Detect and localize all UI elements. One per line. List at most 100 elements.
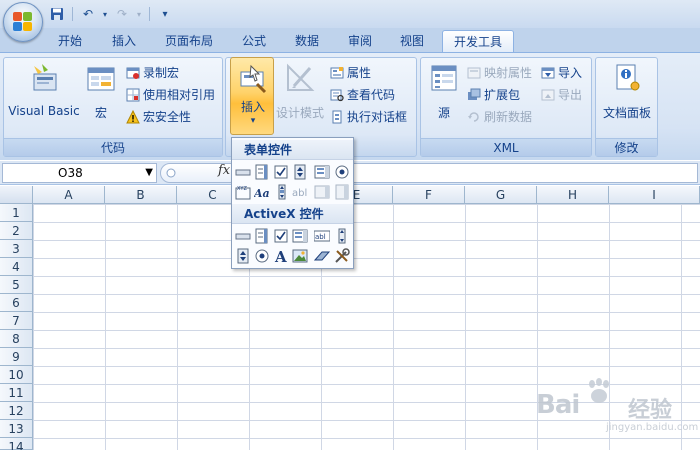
insert-controls-button[interactable]: 插入 ▾: [230, 57, 274, 135]
text-field-control-icon[interactable]: abl: [292, 184, 308, 200]
name-box[interactable]: O38 ▼: [2, 163, 157, 183]
list-box-control-icon[interactable]: [314, 164, 330, 180]
tab-home[interactable]: 开始: [50, 30, 90, 52]
label-control-icon[interactable]: Aa: [254, 184, 270, 200]
properties-button[interactable]: 属性: [330, 64, 371, 82]
activex-scroll-bar-icon[interactable]: [334, 228, 350, 244]
insert-function-icon[interactable]: fx: [218, 163, 230, 178]
tab-formulas[interactable]: 公式: [234, 30, 274, 52]
expansion-packs-button[interactable]: 扩展包: [467, 86, 520, 104]
document-panel-button[interactable]: 文档面板: [599, 62, 655, 121]
scroll-bar-control-icon[interactable]: [274, 184, 290, 200]
spin-button-control-icon[interactable]: [292, 164, 308, 180]
column-header[interactable]: A: [33, 186, 105, 204]
office-button[interactable]: [3, 2, 43, 42]
row-header[interactable]: 4: [0, 258, 33, 276]
design-mode-button[interactable]: 设计模式: [274, 62, 326, 121]
view-code-button[interactable]: 查看代码: [330, 86, 395, 104]
group-xml: 源 映射属性 扩展包 刷新数据 导入 导出 XML: [420, 57, 592, 157]
row-header[interactable]: 11: [0, 384, 33, 402]
option-button-control-icon[interactable]: [334, 164, 350, 180]
title-bar: ↶ ▾ ↷ ▾ ▾: [0, 0, 700, 28]
visual-basic-button[interactable]: Visual Basic: [8, 62, 80, 118]
xml-import-button[interactable]: 导入: [541, 64, 582, 82]
tab-data[interactable]: 数据: [287, 30, 327, 52]
column-header[interactable]: B: [105, 186, 177, 204]
row-header[interactable]: 5: [0, 276, 33, 294]
relative-reference-button[interactable]: 使用相对引用: [126, 86, 215, 104]
macro-security-button[interactable]: 宏安全性: [126, 108, 191, 126]
record-macro-button[interactable]: 录制宏: [126, 64, 179, 82]
tab-developer[interactable]: 开发工具: [442, 30, 514, 52]
tab-review[interactable]: 审阅: [340, 30, 380, 52]
activex-text-box-icon[interactable]: abl: [314, 228, 330, 244]
macros-icon: [85, 62, 117, 94]
combo-list-edit-control-icon[interactable]: [314, 184, 330, 200]
group-modify: 文档面板 修改: [595, 57, 658, 157]
undo-icon[interactable]: ↶: [79, 5, 97, 23]
name-box-value: O38: [58, 166, 83, 180]
tab-insert[interactable]: 插入: [104, 30, 144, 52]
xml-export-button[interactable]: 导出: [541, 86, 582, 104]
macro-security-label: 宏安全性: [143, 110, 192, 124]
row-header[interactable]: 1: [0, 204, 33, 222]
tab-page-layout[interactable]: 页面布局: [160, 30, 218, 52]
activex-combo-box-icon[interactable]: [254, 228, 270, 244]
activex-command-button-icon[interactable]: [235, 228, 251, 244]
row-header[interactable]: 8: [0, 330, 33, 348]
activex-image-icon[interactable]: [292, 248, 308, 264]
activex-option-button-icon[interactable]: [254, 248, 270, 264]
combo-dropdown-edit-control-icon[interactable]: [334, 184, 350, 200]
column-header[interactable]: F: [393, 186, 465, 204]
activex-label-icon[interactable]: A: [273, 248, 289, 264]
export-icon: [541, 88, 555, 102]
import-icon: [541, 66, 555, 80]
activex-list-box-icon[interactable]: [292, 228, 308, 244]
row-header[interactable]: 6: [0, 294, 33, 312]
activex-spin-button-icon[interactable]: [235, 248, 251, 264]
row-header[interactable]: 3: [0, 240, 33, 258]
map-properties-button[interactable]: 映射属性: [467, 64, 532, 82]
properties-icon: [330, 66, 344, 80]
undo-dropdown-icon[interactable]: ▾: [101, 5, 109, 23]
group-box-control-icon[interactable]: XYZ: [235, 184, 251, 200]
xml-source-button[interactable]: 源: [427, 62, 461, 121]
column-header[interactable]: I: [609, 186, 700, 204]
svg-text:Aa: Aa: [254, 187, 270, 200]
expansion-packs-icon: [467, 88, 481, 102]
form-controls-header: 表单控件: [232, 140, 353, 160]
button-control-icon[interactable]: [235, 164, 251, 180]
refresh-icon: [467, 110, 481, 124]
row-header[interactable]: 12: [0, 402, 33, 420]
macros-button[interactable]: 宏: [84, 62, 118, 121]
customize-qat-icon[interactable]: ▾: [156, 5, 174, 23]
office-logo-icon: [13, 12, 33, 32]
chevron-down-icon[interactable]: ▼: [145, 164, 153, 182]
save-icon[interactable]: [48, 5, 66, 23]
qat-separator: [149, 7, 150, 21]
activex-checkbox-icon[interactable]: [273, 228, 289, 244]
row-header[interactable]: 10: [0, 366, 33, 384]
row-header[interactable]: 14: [0, 438, 33, 450]
paw-icon: [589, 378, 609, 403]
combo-box-control-icon[interactable]: [254, 164, 270, 180]
select-all-button[interactable]: [0, 186, 33, 204]
run-dialog-icon: [330, 110, 344, 124]
row-header[interactable]: 2: [0, 222, 33, 240]
row-header[interactable]: 7: [0, 312, 33, 330]
checkbox-control-icon[interactable]: [273, 164, 289, 180]
redo-icon[interactable]: ↷: [113, 5, 131, 23]
warning-icon: [126, 109, 140, 124]
run-dialog-button[interactable]: 执行对话框: [330, 108, 407, 126]
row-header[interactable]: 9: [0, 348, 33, 366]
watermark-cn: 经验: [628, 398, 673, 423]
activex-toggle-button-icon[interactable]: [314, 248, 330, 264]
refresh-data-button[interactable]: 刷新数据: [467, 108, 532, 126]
more-controls-icon[interactable]: [334, 248, 350, 264]
column-header[interactable]: H: [537, 186, 609, 204]
column-header[interactable]: G: [465, 186, 537, 204]
watermark-text: Bai: [536, 390, 580, 420]
row-header[interactable]: 13: [0, 420, 33, 438]
tab-view[interactable]: 视图: [392, 30, 432, 52]
redo-dropdown-icon[interactable]: ▾: [135, 5, 143, 23]
